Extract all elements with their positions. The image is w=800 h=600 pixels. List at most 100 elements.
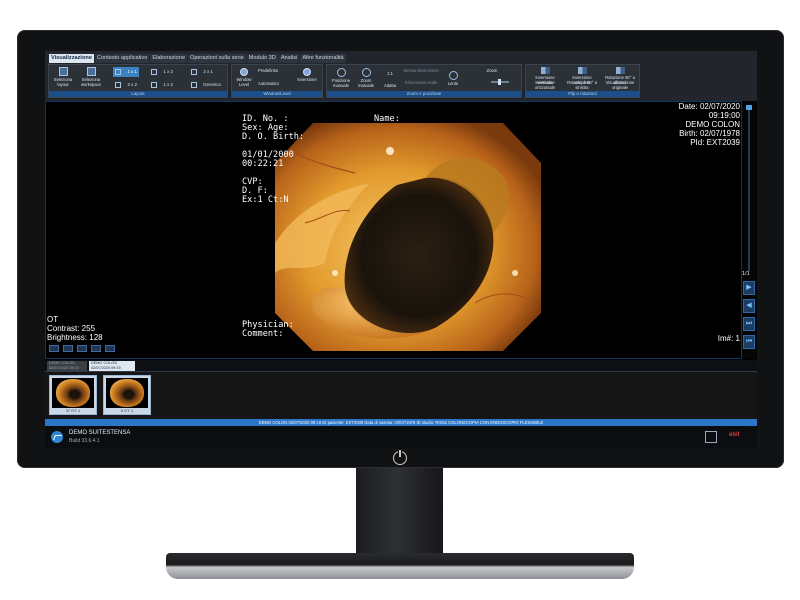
endoscopy-image-panel[interactable]: ID. No. : Sex: Age: D. O. Birth: 01/01/2… [223, 107, 569, 353]
tab-contesto-applicativo[interactable]: Contesto applicativo [94, 54, 150, 63]
series-tab[interactable]: DEMO COLON 02/07/2020 09:19 [47, 361, 87, 371]
visualizzazione-originale-button[interactable]: Visualizzazione originale [602, 80, 638, 90]
zoom-group: Posizione manuale Zoom manuale 1:1 Adatt… [326, 64, 522, 98]
layout-1x2-alt[interactable]: 1 x 2 [149, 80, 175, 90]
specular-highlight [332, 270, 338, 276]
overlay-comment: Comment: [242, 329, 284, 339]
settings-tool-icon[interactable] [91, 345, 101, 352]
info-time: 09:19:00 [708, 111, 740, 120]
tab-operazioni-serie[interactable]: Operazioni sulla serie [187, 54, 246, 63]
grid-1x2-icon [151, 82, 157, 88]
lente-button[interactable]: Lente [443, 71, 463, 86]
info-tool-icon[interactable] [105, 345, 115, 352]
posizione-manuale-button[interactable]: Posizione manuale [329, 68, 353, 88]
image-counter: 1/1 [742, 271, 750, 277]
adatta-button[interactable]: Adatta [381, 83, 399, 88]
tab-elaborazione[interactable]: Elaborazione [150, 54, 187, 63]
zoom-slider-knob[interactable] [498, 79, 501, 85]
flip-both-icon [577, 67, 587, 74]
thumbnail-strip: 37 OT: 1 6 OT: 1 [45, 371, 757, 419]
zoom-icon [361, 68, 371, 77]
network-icon[interactable] [705, 431, 717, 443]
monitor-stand-base [166, 553, 634, 579]
specular-highlight [512, 270, 518, 276]
overlay-birth: D. O. Birth: [242, 132, 305, 142]
seleziona-workspace-button[interactable]: Seleziona workspace [78, 67, 104, 87]
grid-generic-icon [191, 82, 197, 88]
inversione-button[interactable]: Inversione [294, 68, 320, 82]
thumbnail[interactable]: 37 OT: 1 [49, 375, 97, 415]
scrollbar-thumb[interactable] [746, 105, 752, 110]
layout-2x2[interactable]: 2 x 2 [113, 80, 139, 90]
magnifier-icon [448, 71, 458, 80]
invert-icon [303, 68, 311, 76]
layout-group: Seleziona layout Seleziona workspace 1 x… [48, 64, 228, 98]
monitor-stand-neck [356, 468, 443, 558]
image-viewport[interactable]: ID. No. : Sex: Age: D. O. Birth: 01/01/2… [45, 101, 742, 359]
zoom-1-1-button[interactable]: 1:1 [381, 71, 399, 76]
dimensione-reale-button[interactable]: Dimensione reale [403, 80, 439, 85]
zoom-slider-control[interactable]: Zoom [467, 68, 517, 85]
inversione-orizzontale-button[interactable]: Inversione orizzontale [528, 80, 562, 90]
viewer-toolbar [49, 345, 115, 352]
info-patient-name: DEMO COLON [685, 120, 740, 129]
thumbnail-label: 6 OT: 1 [120, 409, 134, 413]
tab-altre-funzionalita[interactable]: Altre funzionalità [300, 54, 346, 63]
thumbnail-label: 37 OT: 1 [65, 409, 81, 413]
info-patient-id: PId: EXT2039 [690, 138, 740, 147]
zoom-manuale-button[interactable]: Zoom manuale [355, 68, 377, 88]
stessa-dimensione-button[interactable]: Stessa dimensione [403, 68, 439, 73]
grid-2x1-icon [191, 69, 197, 75]
flip-vertical-icon [540, 67, 550, 74]
tab-modulo-3d[interactable]: Modulo 3D [246, 54, 278, 63]
layout-2x1[interactable]: 2 x 1 [189, 67, 215, 77]
workspace-icon [86, 67, 96, 76]
layout-group-label: Layout [49, 91, 227, 97]
layout-generico[interactable]: Generico [189, 80, 223, 90]
ribbon-toolbar: Visualizzazione Contesto applicativo Ela… [45, 51, 757, 101]
window-level-group: Window Level Predefinito Automatico Inve… [231, 64, 323, 98]
window-level-button[interactable]: Window Level [234, 68, 254, 87]
contrast-icon [240, 68, 248, 76]
tab-visualizzazione[interactable]: Visualizzazione [49, 54, 94, 63]
grid-2x2-icon [115, 82, 121, 88]
application-window: Visualizzazione Contesto applicativo Ela… [45, 51, 757, 448]
play-forward-icon[interactable]: ▶ [743, 281, 755, 295]
flip-group-label: Flip e rotazioni [526, 91, 639, 97]
seleziona-layout-button[interactable]: Seleziona layout [52, 67, 74, 87]
layout-1x2[interactable]: 1 x 2 [149, 67, 175, 77]
overlay-ex-ct: Ex:1 Ct:N [242, 195, 289, 205]
overlay-name: Name: [374, 114, 400, 124]
series-tab-active[interactable]: DEMO COLON 02/07/2020 09:19 [89, 361, 135, 371]
status-bar: DEMO SUITESTENSA Build 33.6.4.1 ebit [45, 426, 757, 448]
info-brightness: Brightness: 128 [47, 333, 103, 342]
step-back-icon[interactable]: ◀ [743, 299, 755, 313]
colonoscopy-image [275, 123, 541, 351]
viewer-navigation-bar: 1/1 ▶ ◀ ⏭ ⏮ [742, 101, 757, 359]
flip-group: Inversione verticale Inversione completa… [525, 64, 640, 98]
app-build: Build 33.6.4.1 [69, 438, 100, 444]
layout-1x1[interactable]: 1 x 1 [113, 67, 139, 77]
last-frame-icon[interactable]: ⏭ [743, 317, 755, 331]
next-tool-icon[interactable] [63, 345, 73, 352]
sync-tool-icon[interactable] [77, 345, 87, 352]
vendor-logo: ebit [729, 432, 740, 438]
zoom-slider[interactable] [491, 79, 509, 85]
overlay-time: 00:22:21 [242, 159, 284, 169]
series-tabs: DEMO COLON 02/07/2020 09:19 DEMO COLON 0… [45, 360, 757, 371]
automatico-button[interactable]: Automatico [258, 81, 290, 86]
thumbnail-image [52, 378, 94, 408]
tab-analisi[interactable]: Analisi [278, 54, 300, 63]
first-frame-icon[interactable]: ⏮ [743, 335, 755, 349]
rotate-right-icon [615, 67, 625, 74]
prev-tool-icon[interactable] [49, 345, 59, 352]
info-birth: Birth: 02/07/1978 [679, 129, 740, 138]
predefinito-button[interactable]: Predefinito [258, 68, 290, 73]
power-icon[interactable] [393, 449, 407, 465]
layout-icon [58, 67, 68, 76]
rotazione-sinistra-button[interactable]: Rotazione 90° a sinistra [564, 80, 600, 90]
grid-1x2-icon [151, 69, 157, 75]
image-scrollbar[interactable] [746, 105, 752, 271]
thumbnail[interactable]: 6 OT: 1 [103, 375, 151, 415]
zoom-group-label: Zoom e posizione [327, 91, 521, 97]
